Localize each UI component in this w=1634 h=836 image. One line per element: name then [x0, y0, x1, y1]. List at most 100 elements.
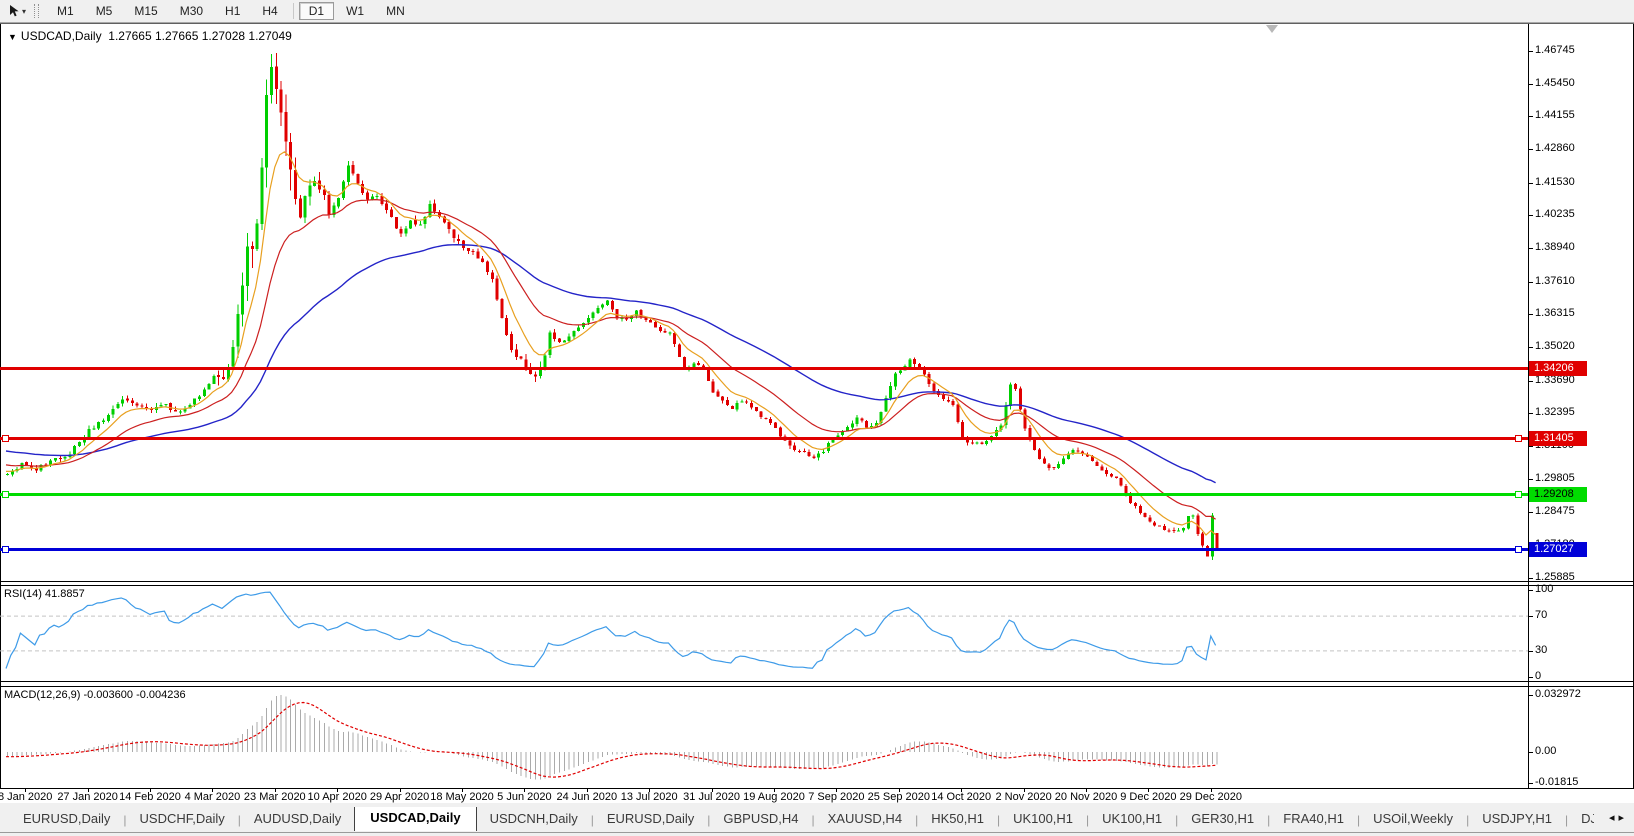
price-axis-tick [1528, 512, 1533, 514]
chart-tab-usdjpy-h1[interactable]: USDJPY,H1 [1469, 808, 1565, 831]
chart-bottom-border [0, 788, 1634, 789]
chart-tab-usdchf-daily[interactable]: USDCHF,Daily [127, 808, 238, 831]
price-axis-label: 1.25885 [1535, 570, 1575, 583]
rsi-axis-tick [1528, 616, 1533, 618]
macd-label: MACD(12,26,9) -0.003600 -0.004236 [4, 689, 186, 701]
date-axis-label: 19 Aug 2020 [743, 791, 805, 803]
rsi-axis-label: 0 [1535, 670, 1542, 682]
price-axis-label: 1.28475 [1535, 505, 1575, 518]
price-axis-tick [1528, 215, 1533, 217]
price-axis-tick [1528, 149, 1533, 151]
rsi-label: RSI(14) 41.8857 [4, 588, 85, 600]
price-axis-label: 1.29805 [1535, 471, 1575, 484]
macd-chart-canvas[interactable] [0, 687, 1528, 787]
line-handle[interactable] [1515, 546, 1522, 553]
pane-divider[interactable] [0, 681, 1634, 682]
cursor-tool-button[interactable]: ▾ [6, 2, 28, 20]
toolbar-grip[interactable] [34, 4, 40, 18]
line-handle[interactable] [1515, 435, 1522, 443]
chart-symbol-label: USDCAD,Daily [20, 29, 102, 43]
rsi-axis-tick [1528, 677, 1533, 678]
date-axis-label: 8 Jan 2020 [0, 791, 53, 803]
chart-title: ▼ USDCAD,Daily 1.27665 1.27665 1.27028 1.… [8, 29, 292, 43]
chart-tab-ger30-h1[interactable]: GER30,H1 [1178, 808, 1267, 831]
line-handle[interactable] [2, 546, 9, 553]
chart-tab-hk50-h1[interactable]: HK50,H1 [918, 808, 997, 831]
timeframe-button-m30[interactable]: M30 [170, 2, 213, 20]
price-axis-label: 1.41530 [1535, 175, 1575, 188]
macd-axis-tick [1528, 695, 1533, 696]
chart-tab-gbpusd-h4[interactable]: GBPUSD,H4 [710, 808, 811, 831]
rsi-axis-label: 30 [1535, 643, 1548, 656]
chart-tab-dj30-daily[interactable]: DJ30,Daily [1568, 808, 1594, 831]
price-line-badge: 1.31405 [1529, 431, 1587, 447]
toolbar-separator [292, 3, 294, 19]
price-chart-canvas[interactable] [0, 24, 1528, 580]
timeframe-button-m15[interactable]: M15 [124, 2, 167, 20]
chart-tab-usdcnh-daily[interactable]: USDCNH,Daily [477, 808, 591, 831]
timeframe-button-d1[interactable]: D1 [298, 2, 335, 20]
chart-tab-eurusd-daily[interactable]: EURUSD,Daily [10, 808, 123, 831]
timeframe-button-h1[interactable]: H1 [215, 2, 250, 20]
date-axis-label: 29 Apr 2020 [369, 791, 430, 803]
price-axis-tick [1528, 314, 1533, 316]
rsi-chart-canvas[interactable] [0, 586, 1528, 680]
price-axis-label: 1.45450 [1535, 76, 1575, 89]
date-axis-label: 7 Sep 2020 [808, 791, 865, 803]
price-axis-tick [1528, 478, 1533, 480]
chart-tab-audusd-daily[interactable]: AUDUSD,Daily [241, 808, 354, 831]
date-axis-label: 2 Nov 2020 [995, 791, 1052, 803]
macd-axis-tick [1528, 752, 1533, 753]
chart-tab-usdcad-daily[interactable]: USDCAD,Daily [354, 807, 477, 831]
chart-tab-xauusd-h4[interactable]: XAUUSD,H4 [815, 808, 915, 831]
chevron-down-icon: ▾ [22, 6, 27, 16]
timeframe-button-w1[interactable]: W1 [336, 2, 374, 20]
cursor-icon [10, 5, 19, 17]
chart-tab-uk100-h1[interactable]: UK100,H1 [1089, 808, 1175, 831]
mt4-window: ▾ M1 M5 M15 M30 H1 H4 D1 W1 MN ▼ USDCAD,Daily 1.2… [0, 0, 1634, 836]
line-handle[interactable] [2, 490, 9, 498]
date-axis-label: 4 Mar 2020 [184, 791, 241, 803]
date-axis-label: 18 May 2020 [430, 791, 494, 803]
price-axis-tick [1528, 248, 1533, 250]
date-axis-label: 9 Dec 2020 [1120, 791, 1177, 803]
timeframe-button-mn[interactable]: MN [376, 2, 415, 20]
price-axis-tick [1528, 347, 1533, 349]
date-axis-label: 29 Dec 2020 [1179, 791, 1242, 803]
horizontal-line[interactable] [0, 366, 1528, 370]
date-axis-label: 25 Sep 2020 [867, 791, 930, 803]
price-axis-border [1528, 24, 1529, 788]
price-axis-tick [1528, 413, 1533, 415]
date-axis-label: 14 Feb 2020 [119, 791, 181, 803]
date-axis-label: 20 Nov 2020 [1054, 791, 1118, 803]
line-handle[interactable] [2, 435, 9, 443]
rsi-axis-label: 100 [1535, 583, 1554, 595]
rsi-axis-tick [1528, 650, 1533, 652]
horizontal-line[interactable] [0, 548, 1528, 551]
price-axis-label: 1.46745 [1535, 44, 1575, 56]
horizontal-line[interactable] [0, 492, 1528, 496]
price-axis-tick [1528, 116, 1533, 118]
shift-marker-icon[interactable] [1266, 25, 1278, 33]
price-axis-label: 1.36315 [1535, 307, 1575, 320]
horizontal-line[interactable] [0, 437, 1528, 441]
chart-ohlc-values: 1.27665 1.27665 1.27028 1.27049 [108, 29, 292, 43]
rsi-axis-tick [1528, 590, 1533, 591]
price-axis-label: 1.32395 [1535, 406, 1575, 419]
chart-tab-uk100-h1[interactable]: UK100,H1 [1000, 808, 1086, 831]
chart-tab-fra40-h1[interactable]: FRA40,H1 [1270, 808, 1357, 831]
line-handle[interactable] [1515, 490, 1522, 498]
date-axis-label: 24 Jun 2020 [556, 791, 618, 803]
price-line-badge: 1.27027 [1529, 542, 1587, 557]
chart-tab-eurusd-daily[interactable]: EURUSD,Daily [594, 808, 707, 831]
price-axis-tick [1528, 380, 1533, 382]
date-axis-label: 13 Jul 2020 [620, 791, 678, 803]
date-axis-label: 5 Jun 2020 [497, 791, 552, 803]
chart-tab-usoil-weekly[interactable]: USOil,Weekly [1360, 808, 1466, 831]
price-axis-label: 1.42860 [1535, 142, 1575, 155]
timeframe-button-m1[interactable]: M1 [47, 2, 84, 20]
tab-scroll-right-icon[interactable]: ▸ [1618, 812, 1628, 824]
timeframe-button-m5[interactable]: M5 [86, 2, 123, 20]
pane-divider[interactable] [0, 581, 1634, 582]
timeframe-button-h4[interactable]: H4 [252, 2, 287, 20]
